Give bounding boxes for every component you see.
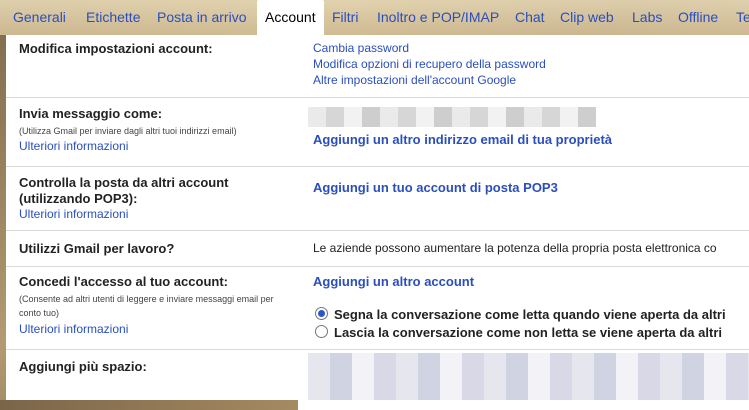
more-info-link[interactable]: Ulteriori informazioni — [19, 322, 128, 336]
row-label: Concedi l'accesso al tuo account: — [19, 274, 228, 289]
tab-posta-in-arrivo[interactable]: Posta in arrivo — [157, 0, 246, 35]
tab-account[interactable]: Account — [257, 0, 324, 35]
panel-bottom-continuation — [298, 400, 749, 410]
tab-offline[interactable]: Offline — [678, 0, 718, 35]
row-note: (Utilizza Gmail per inviare dagli altri … — [19, 126, 237, 136]
row-label: Invia messaggio come: — [19, 106, 163, 121]
google-account-settings-link[interactable]: Altre impostazioni dell'account Google — [313, 72, 516, 88]
tab-inoltro-pop-imap[interactable]: Inoltro e POP/IMAP — [377, 0, 499, 35]
account-settings-panel: Modifica impostazioni account: Cambia pa… — [6, 35, 749, 400]
radio-label: Segna la conversazione come letta quando… — [334, 307, 726, 322]
row-controlla-posta: Controlla la posta da altri account (uti… — [6, 166, 749, 231]
row-label: Aggiungi più spazio: — [19, 359, 147, 374]
row-invia-messaggio: Invia messaggio come: (Utilizza Gmail pe… — [6, 97, 749, 167]
password-recovery-link[interactable]: Modifica opzioni di recupero della passw… — [313, 56, 546, 72]
row-note-line1: (Consente ad altri utenti di leggere e i… — [19, 294, 274, 304]
tab-chat[interactable]: Chat — [515, 0, 545, 35]
row-label: Utilizzi Gmail per lavoro? — [19, 241, 175, 256]
settings-tabs: Generali Etichette Posta in arrivo Accou… — [0, 0, 749, 35]
change-password-link[interactable]: Cambia password — [313, 40, 409, 56]
business-promo-text: Le aziende possono aumentare la potenza … — [313, 241, 717, 255]
radio-label: Lascia la conversazione come non letta s… — [334, 325, 722, 340]
more-info-link[interactable]: Ulteriori informazioni — [19, 139, 128, 153]
tab-filtri[interactable]: Filtri — [332, 0, 358, 35]
row-aggiungi-spazio: Aggiungi più spazio: — [6, 349, 749, 400]
more-info-link[interactable]: Ulteriori informazioni — [19, 207, 128, 221]
row-gmail-lavoro: Utilizzi Gmail per lavoro? Le aziende po… — [6, 230, 749, 267]
row-concedi-accesso: Concedi l'accesso al tuo account: (Conse… — [6, 266, 749, 350]
radio-selected-icon[interactable] — [315, 307, 328, 320]
row-label: Modifica impostazioni account: — [19, 41, 213, 56]
tab-clip-web[interactable]: Clip web — [560, 0, 614, 35]
redacted-address — [308, 107, 596, 127]
radio-unselected-icon[interactable] — [315, 325, 328, 338]
tab-labs[interactable]: Labs — [632, 0, 662, 35]
tab-te[interactable]: Te — [736, 0, 749, 35]
radio-mark-as-read[interactable]: Segna la conversazione come letta quando… — [315, 307, 726, 322]
add-email-address-link[interactable]: Aggiungi un altro indirizzo email di tua… — [313, 132, 612, 147]
tab-generali[interactable]: Generali — [13, 0, 66, 35]
add-pop3-account-link[interactable]: Aggiungi un tuo account di posta POP3 — [313, 180, 558, 195]
row-note-line2: conto tuo) — [19, 308, 60, 318]
tab-etichette[interactable]: Etichette — [86, 0, 140, 35]
row-label-line2: (utilizzando POP3): — [19, 191, 138, 206]
radio-leave-unread[interactable]: Lascia la conversazione come non letta s… — [315, 325, 722, 340]
add-another-account-link[interactable]: Aggiungi un altro account — [313, 274, 474, 289]
settings-window: Generali Etichette Posta in arrivo Accou… — [0, 0, 749, 410]
redacted-storage-info — [308, 353, 749, 400]
row-modifica-impostazioni: Modifica impostazioni account: Cambia pa… — [6, 35, 749, 97]
row-label-line1: Controlla la posta da altri account — [19, 175, 229, 190]
